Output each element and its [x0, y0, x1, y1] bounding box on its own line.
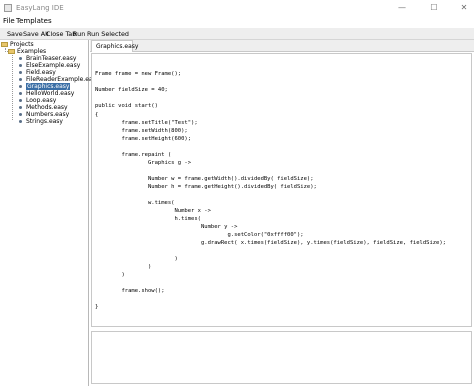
code-line: frame.show(); [95, 288, 165, 294]
project-tree: Projects Examples BrainTeaser.easy ElseE… [0, 40, 99, 386]
code-line: Graphics g -> [95, 160, 192, 166]
tree-folder-label: Examples [17, 48, 47, 55]
code-line: Number h = frame.getHeight().dividedBy( … [95, 184, 317, 190]
file-icon [19, 106, 22, 109]
code-line: frame.setWidth(800); [95, 128, 188, 134]
tree-item-label: BrainTeaser.easy [26, 55, 77, 62]
tree-item-label: Numbers.easy [26, 111, 70, 118]
code-line: Number y -> [95, 224, 238, 230]
tree-item-label: HelloWorld.easy [26, 90, 75, 97]
tree-item-label: Graphics.easy [26, 83, 71, 90]
folder-icon [1, 42, 8, 47]
maximize-button[interactable]: ☐ [420, 0, 448, 16]
menu-file[interactable]: File [3, 17, 15, 25]
code-line: } [95, 304, 99, 310]
tree-connector [12, 55, 13, 120]
tree-item-label: Methods.easy [26, 104, 68, 111]
code-line: Number fieldSize = 40; [95, 87, 168, 93]
code-line: ) [95, 272, 125, 278]
minimize-button[interactable]: — [388, 0, 416, 16]
code-line: Number x -> [95, 208, 211, 214]
file-icon [19, 120, 22, 123]
code-line: g.setColor("0xffff00"); [95, 232, 304, 238]
menu-bar: File Templates [0, 16, 474, 27]
run-button[interactable]: Run [73, 30, 85, 38]
title-bar: EasyLang IDE — ☐ ✕ [0, 0, 474, 16]
code-line: { [95, 112, 99, 118]
app-icon [4, 4, 12, 12]
tree-item-label: Field.easy [26, 69, 56, 76]
tab-strip: Graphics.easy [90, 40, 474, 52]
code-line: frame.setHeight(600); [95, 136, 192, 142]
code-line: g.drawRect( x.times(fieldSize), y.times(… [95, 240, 446, 246]
file-icon [19, 99, 22, 102]
tree-item-label: FileReaderExample.easy [26, 76, 100, 83]
code-line: ) [95, 264, 152, 270]
tree-item-label: Loop.easy [26, 97, 57, 104]
code-line: h.times( [95, 216, 201, 222]
tab-graphics[interactable]: Graphics.easy [91, 40, 138, 52]
file-icon [19, 64, 22, 67]
close-button[interactable]: ✕ [450, 0, 474, 16]
file-icon [19, 71, 22, 74]
save-button[interactable]: Save [7, 30, 23, 38]
code-line: frame.setTitle("Test"); [95, 120, 198, 126]
tree-item-label: Strings.easy [26, 118, 63, 125]
code-line: Number w = frame.getWidth().dividedBy( f… [95, 176, 314, 182]
file-icon [19, 92, 22, 95]
save-all-button[interactable]: Save All [23, 30, 49, 38]
code-line: ) [95, 256, 178, 262]
code-line: Frame frame = new Frame(); [95, 71, 182, 77]
toolbar: Save Save All Close Tab Run Run Selected [0, 28, 474, 40]
code-line: frame.repaint ( [95, 152, 172, 158]
close-tab-button[interactable]: Close Tab [46, 30, 76, 38]
code-line: w.times( [95, 200, 175, 206]
tree-root-label: Projects [10, 41, 34, 48]
file-icon [19, 78, 22, 81]
code-editor[interactable]: Frame frame = new Frame(); Number fieldS… [91, 53, 472, 327]
run-selected-button[interactable]: Run Selected [87, 30, 129, 38]
file-icon [19, 85, 22, 88]
file-icon [19, 57, 22, 60]
output-console[interactable] [91, 331, 472, 384]
file-icon [19, 113, 22, 116]
tree-item-label: ElseExample.easy [26, 62, 81, 69]
folder-icon [8, 49, 15, 54]
code-line: public void start() [95, 103, 158, 109]
window-title: EasyLang IDE [16, 4, 64, 12]
menu-templates[interactable]: Templates [16, 17, 52, 25]
